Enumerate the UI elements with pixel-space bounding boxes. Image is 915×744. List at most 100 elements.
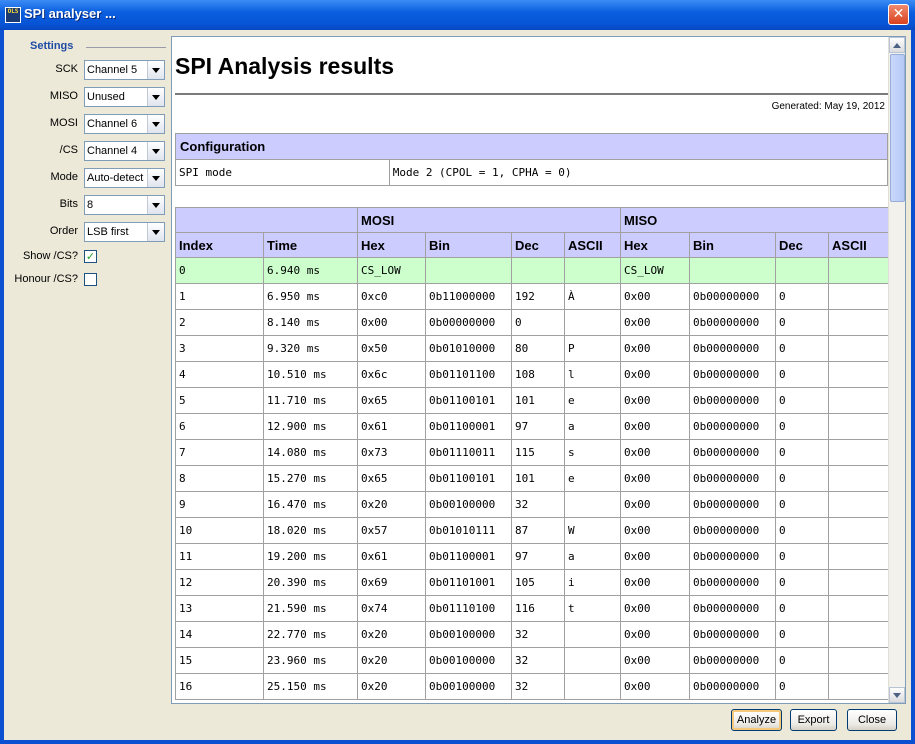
column-header-miso-dec: Dec: [775, 232, 830, 258]
cell-index: 2: [175, 309, 264, 336]
dialog-client-area: Settings SCK Channel 5 MISO Unused MOSI …: [4, 30, 911, 740]
spi-data-table: MOSI MISO Index Time Hex Bin Dec ASCII Hex Bin D…: [175, 207, 890, 700]
chevron-down-icon[interactable]: [147, 61, 164, 79]
analyze-button[interactable]: Analyze: [731, 709, 782, 731]
cell-miso-dec: [775, 257, 830, 284]
settings-panel: Settings SCK Channel 5 MISO Unused MOSI …: [4, 30, 171, 730]
cell-miso-bin: 0b00000000: [689, 517, 777, 544]
miso-select[interactable]: Unused: [84, 87, 165, 107]
cell-mosi-ascii: [563, 647, 622, 674]
cell-miso-hex: 0x00: [620, 309, 691, 336]
cell-mosi-bin: 0b00100000: [425, 621, 512, 648]
scroll-down-icon[interactable]: [889, 687, 905, 703]
cell-time: 10.510 ms: [263, 361, 358, 388]
cell-mosi-hex: 0x61: [357, 543, 426, 570]
cell-mosi-dec: 97: [511, 413, 565, 440]
cell-miso-hex: 0x00: [620, 673, 691, 700]
cell-time: 6.950 ms: [263, 283, 358, 310]
results-view[interactable]: SPI Analysis results Generated: May 19, …: [171, 36, 906, 704]
scrollbar-thumb[interactable]: [890, 54, 905, 202]
table-row: 14 22.770 ms 0x20 0b00100000 32 0x00 0b0000000…: [175, 621, 890, 648]
sck-select-value: Channel 5: [87, 64, 138, 76]
cell-mosi-dec: 115: [511, 439, 565, 466]
cell-index: 5: [175, 387, 264, 414]
scroll-up-icon[interactable]: [889, 37, 905, 53]
cell-miso-hex: 0x00: [620, 621, 691, 648]
column-header-index: Index: [175, 232, 264, 258]
close-button[interactable]: Close: [847, 709, 897, 731]
bits-select[interactable]: 8: [84, 195, 165, 215]
cell-time: 15.270 ms: [263, 465, 358, 492]
table-row: 2 8.140 ms 0x00 0b00000000 0 0x00 0b00000000 0: [175, 309, 890, 336]
table-row: 0 6.940 ms CS_LOW CS_LOW: [175, 257, 890, 284]
cell-mosi-ascii: l: [563, 361, 622, 388]
cell-mosi-ascii: W: [563, 517, 622, 544]
table-row: 10 18.020 ms 0x57 0b01010111 87 W 0x00 0b000000…: [175, 517, 890, 544]
window-close-button[interactable]: ✕: [888, 4, 909, 25]
cell-miso-bin: 0b00000000: [689, 673, 777, 700]
cell-miso-ascii: [828, 543, 890, 570]
cell-index: 3: [175, 335, 264, 362]
cell-miso-dec: 0: [775, 413, 830, 440]
cell-mosi-ascii: i: [563, 569, 622, 596]
cell-mosi-ascii: a: [563, 543, 622, 570]
table-row: 15 23.960 ms 0x20 0b00100000 32 0x00 0b0000000…: [175, 647, 890, 674]
cell-miso-hex: 0x00: [620, 283, 691, 310]
vertical-scrollbar[interactable]: [888, 37, 905, 703]
cell-miso-dec: 0: [775, 517, 830, 544]
cell-mosi-ascii: [563, 621, 622, 648]
cell-mosi-hex: 0xc0: [357, 283, 426, 310]
cell-miso-hex: 0x00: [620, 335, 691, 362]
mode-select[interactable]: Auto-detect: [84, 168, 165, 188]
chevron-down-icon[interactable]: [147, 169, 164, 187]
cell-mosi-dec: 108: [511, 361, 565, 388]
cell-mosi-dec: 87: [511, 517, 565, 544]
cell-miso-ascii: [828, 569, 890, 596]
cell-miso-ascii: [828, 309, 890, 336]
cell-mosi-bin: 0b01100101: [425, 465, 512, 492]
honour-cs-checkbox[interactable]: [84, 273, 97, 286]
cell-time: 22.770 ms: [263, 621, 358, 648]
bits-select-value: 8: [87, 199, 94, 211]
cell-mosi-bin: [425, 257, 512, 284]
cell-mosi-bin: 0b00000000: [425, 309, 512, 336]
cell-miso-dec: 0: [775, 569, 830, 596]
cell-mosi-bin: 0b01110100: [425, 595, 512, 622]
cell-miso-hex: 0x00: [620, 491, 691, 518]
cell-miso-bin: 0b00000000: [689, 647, 777, 674]
show-cs-label: Show /CS?: [22, 250, 78, 262]
cell-time: 6.940 ms: [263, 257, 358, 284]
cell-mosi-dec: 192: [511, 283, 565, 310]
cell-mosi-dec: 116: [511, 595, 565, 622]
chevron-down-icon[interactable]: [147, 196, 164, 214]
cell-mosi-hex: 0x65: [357, 465, 426, 492]
sck-select[interactable]: Channel 5: [84, 60, 165, 80]
export-button[interactable]: Export: [790, 709, 837, 731]
report-divider: [175, 93, 888, 95]
mosi-select[interactable]: Channel 6: [84, 114, 165, 134]
cell-mosi-bin: 0b01100001: [425, 543, 512, 570]
cell-time: 21.590 ms: [263, 595, 358, 622]
cell-mosi-hex: 0x73: [357, 439, 426, 466]
cell-mosi-hex: 0x50: [357, 335, 426, 362]
chevron-down-icon[interactable]: [147, 115, 164, 133]
bits-label: Bits: [59, 198, 78, 210]
configuration-header: Configuration: [175, 133, 888, 160]
table-row: 11 19.200 ms 0x61 0b01100001 97 a 0x00 0b000000…: [175, 543, 890, 570]
cs-select[interactable]: Channel 4: [84, 141, 165, 161]
cell-miso-bin: 0b00000000: [689, 491, 777, 518]
show-cs-checkbox[interactable]: ✓: [84, 250, 97, 263]
generated-date: Generated: May 19, 2012: [771, 101, 885, 112]
title-bar[interactable]: OLS SPI analyser ... ✕: [0, 0, 915, 30]
cell-mosi-hex: 0x20: [357, 621, 426, 648]
cell-mosi-dec: 105: [511, 569, 565, 596]
order-select[interactable]: LSB first: [84, 222, 165, 242]
chevron-down-icon[interactable]: [147, 142, 164, 160]
cell-miso-dec: 0: [775, 491, 830, 518]
chevron-down-icon[interactable]: [147, 223, 164, 241]
column-header-time: Time: [263, 232, 358, 258]
table-row: 6 12.900 ms 0x61 0b01100001 97 a 0x00 0b0000000…: [175, 413, 890, 440]
blank-group-header: [175, 207, 358, 233]
cell-miso-bin: [689, 257, 777, 284]
chevron-down-icon[interactable]: [147, 88, 164, 106]
